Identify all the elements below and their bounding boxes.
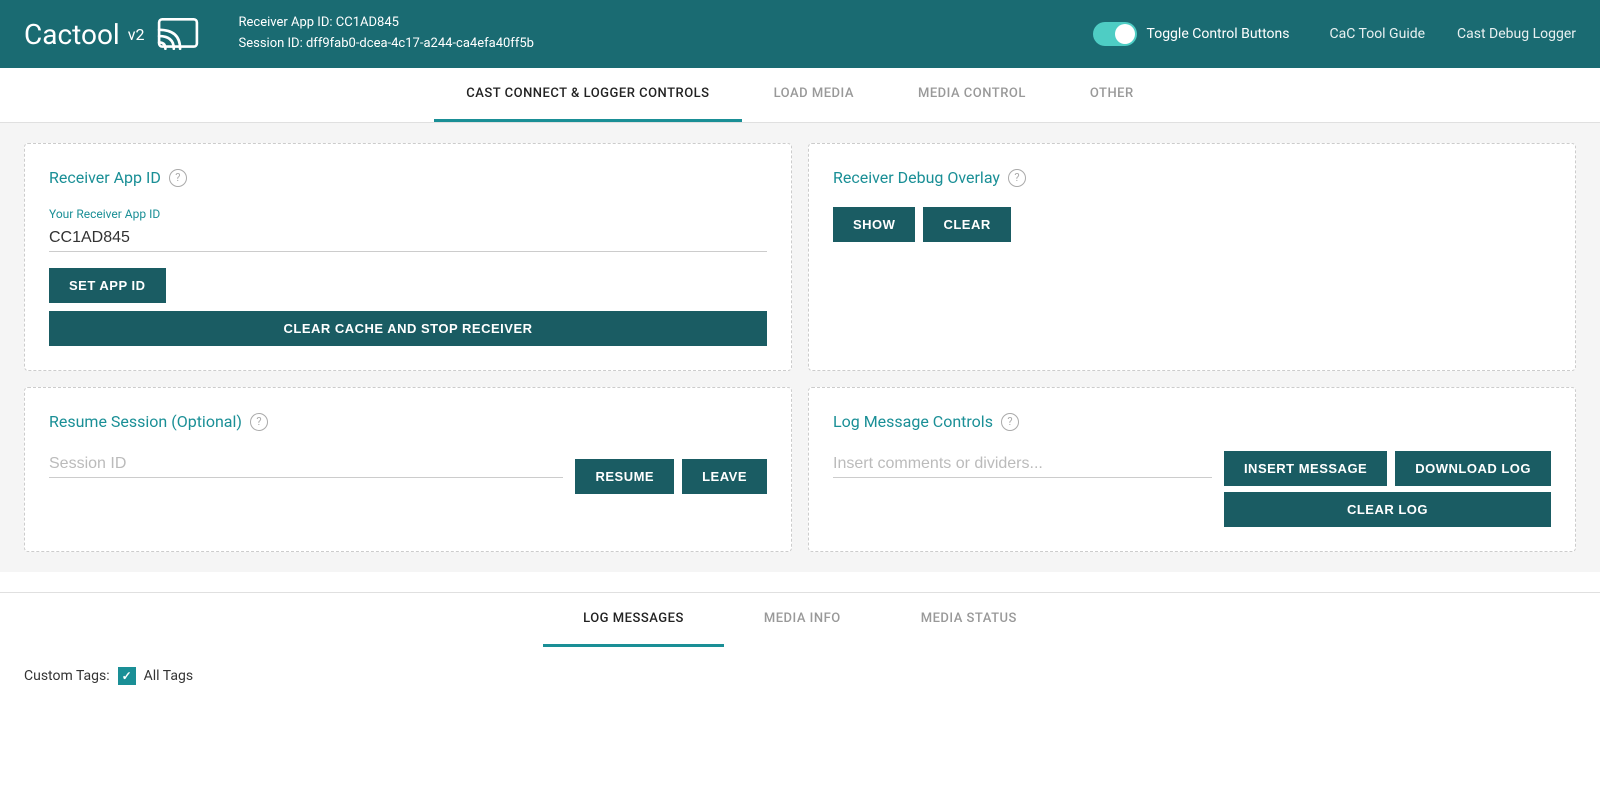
bottom-tab-log-messages[interactable]: LOG MESSAGES — [543, 593, 724, 647]
toggle-section: Toggle Control Buttons — [1093, 22, 1290, 46]
show-debug-button[interactable]: SHOW — [833, 207, 915, 242]
leave-button[interactable]: LEAVE — [682, 459, 767, 494]
nav-guide-link[interactable]: CaC Tool Guide — [1330, 26, 1426, 42]
log-top-buttons: INSERT MESSAGE DOWNLOAD LOG — [1224, 451, 1551, 486]
bottom-tab-media-info[interactable]: MEDIA INFO — [724, 593, 881, 647]
resume-button[interactable]: RESUME — [575, 459, 674, 494]
session-id-label: Session ID: — [239, 36, 303, 51]
all-tags-label: All Tags — [144, 668, 193, 684]
log-controls-title: Log Message Controls ? — [833, 412, 1551, 431]
all-tags-checkbox[interactable] — [118, 667, 136, 685]
cards-grid: Receiver App ID ? Your Receiver App ID S… — [24, 143, 1576, 552]
clear-debug-button[interactable]: CLEAR — [923, 207, 1010, 242]
receiver-app-id-label: Receiver App ID: — [239, 15, 333, 30]
log-controls-help-icon[interactable]: ? — [1001, 413, 1019, 431]
clear-log-button[interactable]: CLEAR LOG — [1224, 492, 1551, 527]
receiver-debug-card: Receiver Debug Overlay ? SHOW CLEAR — [808, 143, 1576, 371]
bottom-section: LOG MESSAGES MEDIA INFO MEDIA STATUS Cus… — [0, 592, 1600, 705]
session-id-input[interactable] — [49, 451, 563, 478]
clear-cache-button[interactable]: CLEAR CACHE AND STOP RECEIVER — [49, 311, 767, 346]
logo-text: Cactool — [24, 18, 120, 51]
session-id-value: dff9fab0-dcea-4c17-a244-ca4efa40ff5b — [306, 36, 534, 51]
receiver-app-id-buttons: SET APP ID CLEAR CACHE AND STOP RECEIVER — [49, 268, 767, 346]
toggle-control-buttons[interactable] — [1093, 22, 1137, 46]
session-content: RESUME LEAVE — [49, 451, 767, 494]
main-tabs-container: CAST CONNECT & LOGGER CONTROLS LOAD MEDI… — [0, 68, 1600, 123]
custom-tags-label: Custom Tags: — [24, 668, 110, 684]
log-controls-content: INSERT MESSAGE DOWNLOAD LOG CLEAR LOG — [833, 451, 1551, 527]
resume-session-help-icon[interactable]: ? — [250, 413, 268, 431]
custom-tags: Custom Tags: All Tags — [24, 667, 1576, 685]
log-message-input[interactable] — [833, 451, 1212, 478]
tab-load-media[interactable]: LOAD MEDIA — [742, 68, 886, 122]
download-log-button[interactable]: DOWNLOAD LOG — [1395, 451, 1551, 486]
header: Cactool v2 Receiver App ID: CC1AD845 Ses… — [0, 0, 1600, 68]
log-controls-card: Log Message Controls ? INSERT MESSAGE DO… — [808, 387, 1576, 552]
receiver-app-id-value: CC1AD845 — [336, 15, 399, 30]
bottom-tab-media-status[interactable]: MEDIA STATUS — [881, 593, 1057, 647]
logo-version: v2 — [128, 25, 145, 44]
resume-session-title: Resume Session (Optional) ? — [49, 412, 767, 431]
receiver-debug-help-icon[interactable]: ? — [1008, 169, 1026, 187]
receiver-app-id-help-icon[interactable]: ? — [169, 169, 187, 187]
insert-message-button[interactable]: INSERT MESSAGE — [1224, 451, 1387, 486]
header-nav: CaC Tool Guide Cast Debug Logger — [1330, 26, 1577, 42]
receiver-app-id-input-label: Your Receiver App ID — [49, 207, 767, 221]
log-input-wrap — [833, 451, 1212, 494]
set-app-id-button[interactable]: SET APP ID — [49, 268, 166, 303]
receiver-app-id-title: Receiver App ID ? — [49, 168, 767, 187]
tab-media-control[interactable]: MEDIA CONTROL — [886, 68, 1058, 122]
resume-session-card: Resume Session (Optional) ? RESUME LEAVE — [24, 387, 792, 552]
receiver-app-id-card: Receiver App ID ? Your Receiver App ID S… — [24, 143, 792, 371]
session-id-info: Session ID: dff9fab0-dcea-4c17-a244-ca4e… — [239, 34, 1093, 55]
logo: Cactool v2 — [24, 13, 215, 55]
bottom-content: Custom Tags: All Tags — [0, 647, 1600, 705]
debug-buttons: SHOW CLEAR — [833, 207, 1551, 242]
cast-icon — [157, 13, 199, 55]
receiver-debug-title: Receiver Debug Overlay ? — [833, 168, 1551, 187]
nav-logger-link[interactable]: Cast Debug Logger — [1457, 26, 1576, 42]
receiver-app-id-input[interactable] — [49, 225, 767, 252]
bottom-tabs: LOG MESSAGES MEDIA INFO MEDIA STATUS — [0, 593, 1600, 647]
log-buttons: INSERT MESSAGE DOWNLOAD LOG CLEAR LOG — [1224, 451, 1551, 527]
tab-other[interactable]: OTHER — [1058, 68, 1166, 122]
session-input-wrap — [49, 451, 563, 494]
toggle-label: Toggle Control Buttons — [1147, 26, 1290, 42]
main-content: Receiver App ID ? Your Receiver App ID S… — [0, 123, 1600, 572]
session-buttons: RESUME LEAVE — [575, 459, 767, 494]
tab-cast-connect[interactable]: CAST CONNECT & LOGGER CONTROLS — [434, 68, 741, 122]
header-info: Receiver App ID: CC1AD845 Session ID: df… — [239, 13, 1093, 55]
receiver-app-id-info: Receiver App ID: CC1AD845 — [239, 13, 1093, 34]
main-tabs: CAST CONNECT & LOGGER CONTROLS LOAD MEDI… — [0, 68, 1600, 122]
